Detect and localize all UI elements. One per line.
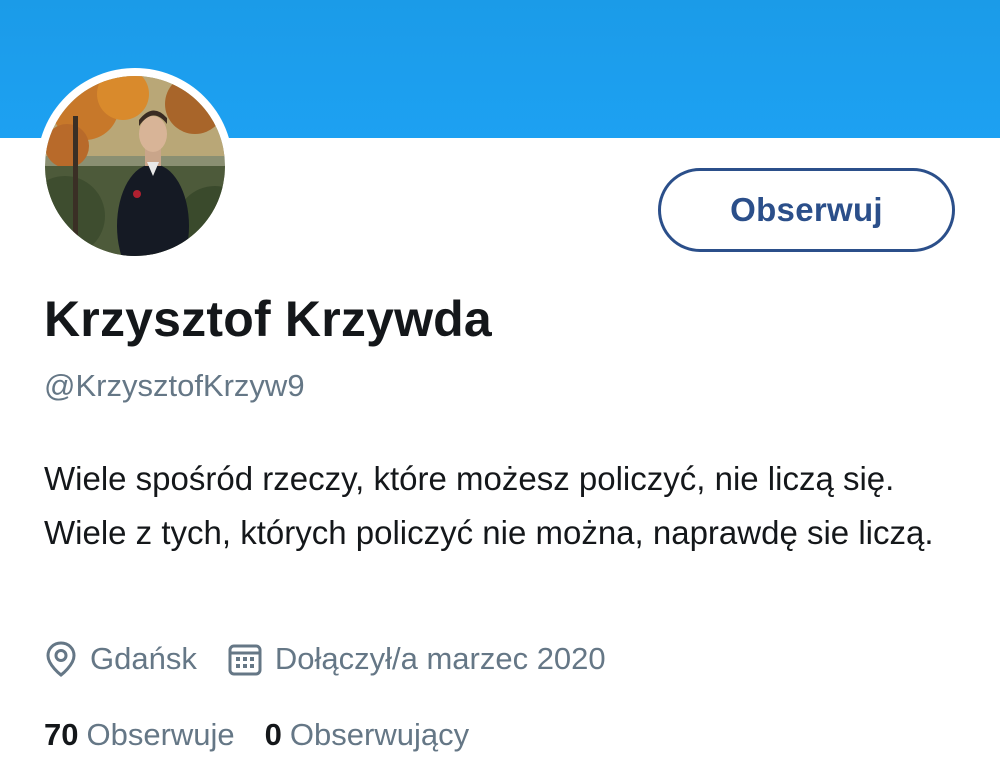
joined-text: Dołączył/a marzec 2020 xyxy=(274,641,606,676)
profile-bio: Wiele spośród rzeczy, które możesz polic… xyxy=(44,460,934,551)
user-handle: @KrzysztofKrzyw9 xyxy=(44,368,305,403)
location-pin-icon xyxy=(44,640,78,678)
joined-item: Dołączył/a marzec 2020 xyxy=(227,641,606,677)
location-item: Gdańsk xyxy=(44,640,197,678)
following-count: 70 xyxy=(44,717,79,752)
avatar-container xyxy=(37,68,233,264)
follow-button[interactable]: Obserwuj xyxy=(658,168,955,252)
avatar-photo xyxy=(45,76,225,256)
followers-stat[interactable]: 0 Obserwujący xyxy=(265,717,469,753)
display-name: Krzysztof Krzywda xyxy=(44,291,492,347)
followers-count: 0 xyxy=(264,717,282,752)
profile-meta: Gdańsk Dołączył/a marzec 2020 xyxy=(44,636,606,682)
calendar-icon xyxy=(227,641,263,677)
profile-stats: 70 Obserwuje 0 Obserwujący xyxy=(44,712,469,758)
avatar[interactable] xyxy=(45,76,225,256)
followers-label: Obserwujący xyxy=(289,717,470,752)
following-stat[interactable]: 70 Obserwuje xyxy=(44,717,235,753)
following-label: Obserwuje xyxy=(86,717,235,752)
location-text: Gdańsk xyxy=(90,641,197,676)
